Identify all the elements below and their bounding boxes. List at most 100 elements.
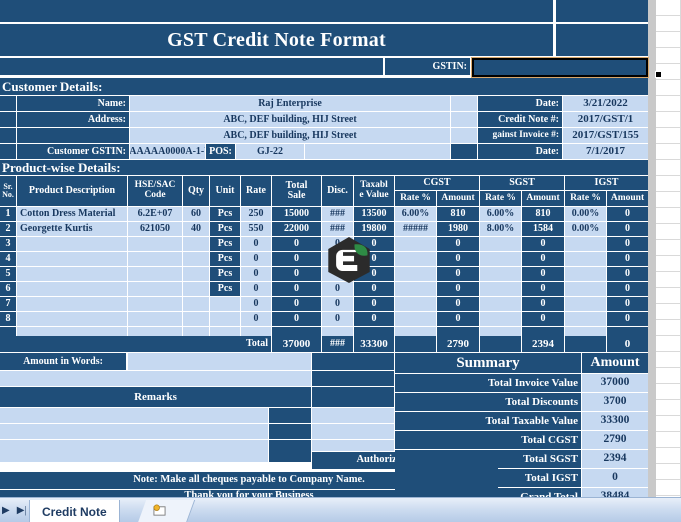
- cell-row7-sgst-rate[interactable]: [480, 297, 521, 311]
- cell-row5-hsn[interactable]: [128, 267, 182, 281]
- cell-row2-product[interactable]: Georgette Kurtis: [17, 222, 127, 236]
- cell-row5-total-sale[interactable]: 0: [272, 267, 321, 281]
- cell-row6-rate[interactable]: 0: [241, 282, 271, 296]
- cell-row5-igst-rate[interactable]: [565, 267, 606, 281]
- summary-value-1[interactable]: 3700: [582, 393, 648, 411]
- cell-row1-sgst-amt[interactable]: 810: [522, 207, 564, 221]
- cell-row3-cgst-amt[interactable]: 0: [437, 237, 479, 251]
- cell-row5-unit[interactable]: Pcs: [210, 267, 240, 281]
- cell-row7-igst-amt[interactable]: 0: [607, 297, 648, 311]
- cell-row8-hsn[interactable]: [128, 312, 182, 326]
- cell-row7-cgst-amt[interactable]: 0: [437, 297, 479, 311]
- cell-row7-rate[interactable]: 0: [241, 297, 271, 311]
- cell-row4-igst-amt[interactable]: 0: [607, 252, 648, 266]
- cell-row8-igst-rate[interactable]: [565, 312, 606, 326]
- cell-row4-cgst-amt[interactable]: 0: [437, 252, 479, 266]
- cell-row7-unit[interactable]: [210, 297, 240, 311]
- cell-row3-sgst-amt[interactable]: 0: [522, 237, 564, 251]
- cell-row8-taxable[interactable]: 0: [354, 312, 394, 326]
- nav-last-icon[interactable]: ▶|: [17, 505, 27, 516]
- cell-row1-hsn[interactable]: 6.2E+07: [128, 207, 182, 221]
- cell-row8-product[interactable]: [17, 312, 127, 326]
- cell-row7-hsn[interactable]: [128, 297, 182, 311]
- cell-row8-cgst-amt[interactable]: 0: [437, 312, 479, 326]
- cell-row4-sgst-amt[interactable]: 0: [522, 252, 564, 266]
- date-value[interactable]: 3/21/2022: [563, 96, 648, 111]
- cell-row2-sgst-rate[interactable]: 8.00%: [480, 222, 521, 236]
- cell-row6-cgst-rate[interactable]: [395, 282, 436, 296]
- cell-row2-sgst-amt[interactable]: 1584: [522, 222, 564, 236]
- cell-row7-qty[interactable]: [183, 297, 209, 311]
- summary-value-4[interactable]: 2394: [582, 450, 648, 468]
- cell-row3-igst-rate[interactable]: [565, 237, 606, 251]
- cell-row6-taxable[interactable]: 0: [354, 282, 394, 296]
- cell-row1-disc[interactable]: ###: [322, 207, 353, 221]
- customer-address-line1[interactable]: ABC, DEF building, HIJ Street: [130, 112, 450, 127]
- cell-row8-disc[interactable]: 0: [322, 312, 353, 326]
- cell-row8-sgst-rate[interactable]: [480, 312, 521, 326]
- cell-row8-unit[interactable]: [210, 312, 240, 326]
- cell-row8-qty[interactable]: [183, 312, 209, 326]
- cell-row6-sr[interactable]: 6: [0, 282, 16, 296]
- cell-row6-product[interactable]: [17, 282, 127, 296]
- cell-row2-cgst-rate[interactable]: #####: [395, 222, 436, 236]
- cell-row3-product[interactable]: [17, 237, 127, 251]
- cell-row4-hsn[interactable]: [128, 252, 182, 266]
- cell-row1-qty[interactable]: 60: [183, 207, 209, 221]
- cell-row1-cgst-amt[interactable]: 810: [437, 207, 479, 221]
- cell-row6-sgst-rate[interactable]: [480, 282, 521, 296]
- cell-row2-taxable[interactable]: 19800: [354, 222, 394, 236]
- cell-row3-unit[interactable]: Pcs: [210, 237, 240, 251]
- customer-name-value[interactable]: Raj Enterprise: [130, 96, 450, 111]
- sheet-tab-credit-note[interactable]: Credit Note: [29, 500, 120, 522]
- cell-row6-disc[interactable]: 0: [322, 282, 353, 296]
- cell-row7-igst-rate[interactable]: [565, 297, 606, 311]
- cell-row5-cgst-rate[interactable]: [395, 267, 436, 281]
- cell-row1-taxable[interactable]: 13500: [354, 207, 394, 221]
- invoice-date-value[interactable]: 7/1/2017: [563, 144, 648, 159]
- cell-row2-cgst-amt[interactable]: 1980: [437, 222, 479, 236]
- cell-row1-igst-amt[interactable]: 0: [607, 207, 648, 221]
- cell-row7-total-sale[interactable]: 0: [272, 297, 321, 311]
- cell-row4-total-sale[interactable]: 0: [272, 252, 321, 266]
- cell-row4-unit[interactable]: Pcs: [210, 252, 240, 266]
- cell-row7-disc[interactable]: 0: [322, 297, 353, 311]
- cell-row3-sr[interactable]: 3: [0, 237, 16, 251]
- summary-value-3[interactable]: 2790: [582, 431, 648, 449]
- cell-row8-sgst-amt[interactable]: 0: [522, 312, 564, 326]
- cell-row5-sgst-rate[interactable]: [480, 267, 521, 281]
- cell-row6-hsn[interactable]: [128, 282, 182, 296]
- cell-row8-igst-amt[interactable]: 0: [607, 312, 648, 326]
- cell-row3-igst-amt[interactable]: 0: [607, 237, 648, 251]
- cell-row7-sr[interactable]: 7: [0, 297, 16, 311]
- customer-gstin-value[interactable]: 2-AAAAA0000A-1-V-: [130, 144, 205, 159]
- cell-row1-unit[interactable]: Pcs: [210, 207, 240, 221]
- cell-row5-igst-amt[interactable]: 0: [607, 267, 648, 281]
- cell-row6-total-sale[interactable]: 0: [272, 282, 321, 296]
- remarks-line-2[interactable]: [0, 424, 268, 439]
- cell-row1-sgst-rate[interactable]: 6.00%: [480, 207, 521, 221]
- cell-row1-cgst-rate[interactable]: 6.00%: [395, 207, 436, 221]
- cell-row7-product[interactable]: [17, 297, 127, 311]
- cell-row5-product[interactable]: [17, 267, 127, 281]
- cell-row2-rate[interactable]: 550: [241, 222, 271, 236]
- gstin-input[interactable]: [471, 57, 649, 78]
- cell-row6-cgst-amt[interactable]: 0: [437, 282, 479, 296]
- cell-row1-product[interactable]: Cotton Dress Material: [17, 207, 127, 221]
- cell-row6-qty[interactable]: [183, 282, 209, 296]
- cell-row1-sr[interactable]: 1: [0, 207, 16, 221]
- against-invoice-number-value[interactable]: 2017/GST/155: [563, 128, 648, 143]
- cell-row5-sgst-amt[interactable]: 0: [522, 267, 564, 281]
- cell-row2-total-sale[interactable]: 22000: [272, 222, 321, 236]
- summary-value-0[interactable]: 37000: [582, 374, 648, 392]
- credit-note-number-value[interactable]: 2017/GST/1: [563, 112, 648, 127]
- cell-row3-qty[interactable]: [183, 237, 209, 251]
- cell-row6-unit[interactable]: Pcs: [210, 282, 240, 296]
- cell-row4-sgst-rate[interactable]: [480, 252, 521, 266]
- cell-row2-disc[interactable]: ###: [322, 222, 353, 236]
- summary-value-5[interactable]: 0: [582, 469, 648, 487]
- pos-value[interactable]: GJ-22: [236, 144, 304, 159]
- cell-row8-sr[interactable]: 8: [0, 312, 16, 326]
- cell-row2-qty[interactable]: 40: [183, 222, 209, 236]
- cell-row4-qty[interactable]: [183, 252, 209, 266]
